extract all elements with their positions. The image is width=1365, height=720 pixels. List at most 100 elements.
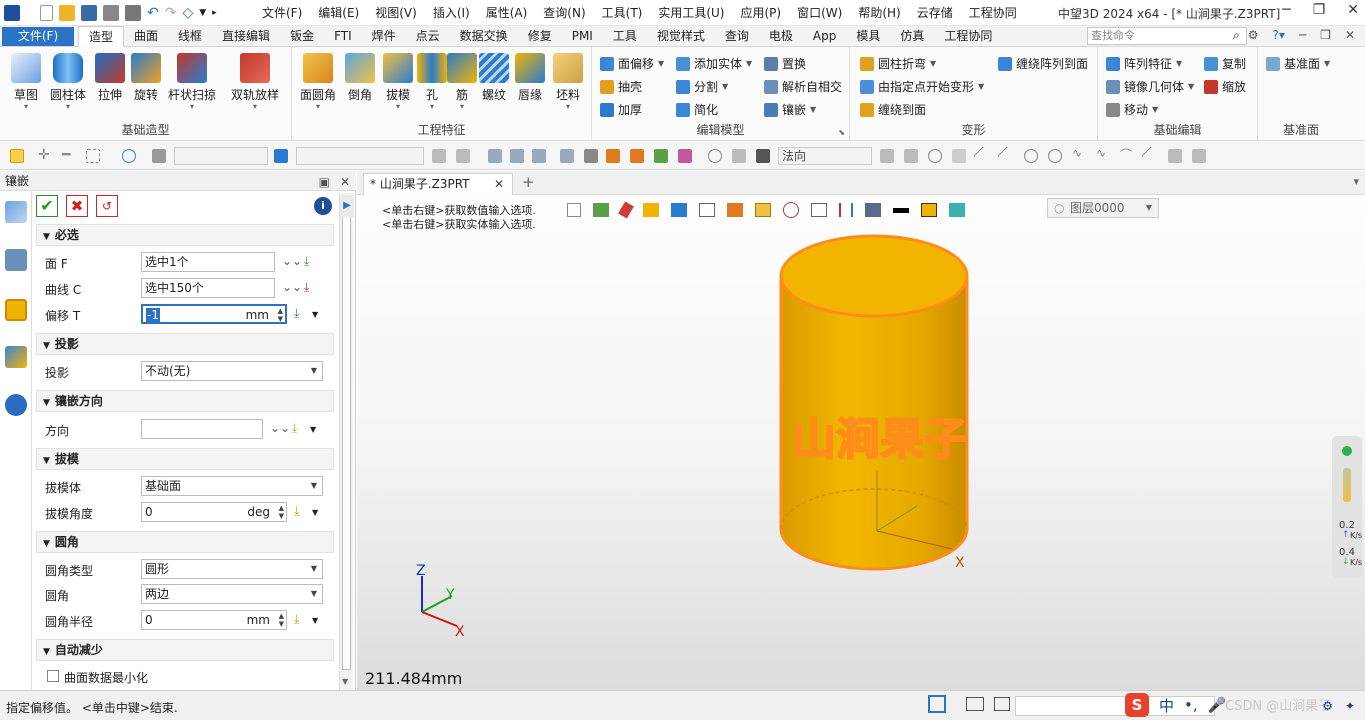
tab-modeling[interactable]: 造型 (78, 26, 125, 47)
ok-button[interactable]: ✔ (36, 195, 58, 217)
tool-h-icon[interactable] (630, 149, 644, 163)
close-icon[interactable]: ✕ (1347, 2, 1359, 18)
split-button[interactable]: 分割 ▼ (676, 78, 728, 95)
cylinder-bend-button[interactable]: 圆柱折弯 ▼ (860, 55, 936, 72)
menu-window[interactable]: 窗口(W) (797, 4, 842, 21)
redo-icon[interactable]: ↷ (165, 5, 177, 21)
scroll-down-icon[interactable]: ▼ (342, 677, 348, 686)
dual-rail-loft-button[interactable]: 双轨放样 ▾ (228, 53, 282, 111)
menu-file[interactable]: 文件(F) (262, 4, 302, 21)
resolve-self-intersect-button[interactable]: 解析自相交 (764, 78, 842, 95)
stock-button[interactable]: 坯料 ▾ (548, 53, 588, 111)
scale-button[interactable]: 缩放 (1204, 78, 1246, 95)
tab-visual-style[interactable]: 视觉样式 (647, 26, 715, 47)
emboss-button[interactable]: 镶嵌 ▼ (764, 101, 816, 118)
status-view-icon[interactable] (928, 695, 946, 713)
menu-help[interactable]: 帮助(H) (858, 4, 900, 21)
tool-m-icon[interactable] (904, 149, 918, 163)
apply-button[interactable]: ↺ (96, 195, 118, 217)
fillet-type-select[interactable]: 圆形 ▼ (141, 559, 323, 579)
menu-cloud-storage[interactable]: 云存储 (917, 4, 953, 21)
app-logo-icon[interactable] (4, 5, 20, 21)
tool-o-icon[interactable] (1192, 149, 1206, 163)
tool-k-icon[interactable] (732, 149, 746, 163)
lip-button[interactable]: 唇缘 (510, 53, 550, 103)
remove-icon[interactable]: ━ (62, 147, 76, 163)
tab-data-exchange[interactable]: 数据交换 (450, 26, 518, 47)
wrap-to-face-button[interactable]: 缠绕到面 (860, 101, 926, 118)
fillet-radius-input[interactable]: 0 mm ▲ ▼ (141, 610, 287, 630)
tab-weldment[interactable]: 焊件 (362, 26, 406, 47)
rod-sweep-button[interactable]: 杆状扫掠 ▾ (168, 53, 216, 111)
customize-dropdown-icon[interactable]: ▼ (199, 8, 206, 18)
draft-angle-dropdown-icon[interactable]: ▼ (312, 508, 318, 517)
line2-icon[interactable] (997, 146, 1017, 166)
tab-direct-edit[interactable]: 直接编辑 (212, 26, 280, 47)
expand-icon[interactable]: ⌄⌄ (282, 280, 302, 294)
ribbon-restore-icon[interactable]: ❐ (1320, 28, 1331, 42)
draft-angle-input[interactable]: 0 deg ▲ ▼ (141, 502, 287, 522)
tool-b-icon[interactable] (456, 149, 470, 163)
curve-field[interactable]: 选中150个 (141, 278, 275, 298)
line3-icon[interactable] (1141, 146, 1161, 166)
more-icon[interactable]: ▸ (212, 8, 217, 18)
face-fillet-button[interactable]: 面圆角 ▾ (298, 53, 338, 111)
command-search-input[interactable]: 查找命令 (1087, 27, 1247, 45)
print-icon[interactable] (103, 5, 119, 21)
face-offset-button[interactable]: 面偏移 ▼ (600, 55, 664, 72)
box-select-icon[interactable] (86, 149, 100, 163)
tab-mold[interactable]: 模具 (846, 26, 890, 47)
minimize-icon[interactable]: ─ (1282, 2, 1290, 18)
thread-button[interactable]: 螺纹 (474, 53, 514, 103)
graphics-viewport[interactable]: * 山涧果子.Z3PRT ✕ + ▾ <单击右键>获取数值输入选项. <单击右键… (357, 171, 1365, 690)
tool-j-icon[interactable] (678, 149, 692, 163)
section-required[interactable]: ▼ 必选 (36, 224, 334, 246)
pick-icon[interactable] (10, 149, 24, 163)
tool-l-icon[interactable] (880, 149, 894, 163)
ime-punct-icon[interactable]: •, (1184, 696, 1198, 714)
expand-icon[interactable]: ⌄⌄ (282, 254, 302, 268)
replace-button[interactable]: 置换 (764, 55, 806, 72)
cylinder-part[interactable]: 山涧果子 (779, 234, 969, 571)
move-button[interactable]: 移动 ▼ (1106, 101, 1158, 118)
fillet-radius-spinner[interactable]: ▲ ▼ (279, 612, 284, 628)
cylinder-button[interactable]: 圆柱体 ▾ (48, 53, 88, 111)
normal-combo[interactable]: 法向 (778, 147, 872, 165)
ime-tools-icon[interactable]: ✦ (1345, 699, 1355, 713)
curve-icon[interactable]: ∿ (1072, 146, 1086, 160)
datum-plane-button[interactable]: 基准面 ▼ (1266, 55, 1330, 72)
arc-icon[interactable]: ⌒ (1120, 146, 1134, 162)
save-icon[interactable] (81, 5, 97, 21)
panel-scrollbar[interactable]: ▲ ▼ (339, 193, 353, 690)
fillet-radius-dropdown-icon[interactable]: ▼ (312, 616, 318, 625)
section-auto-reduce[interactable]: ▼ 自动减少 (36, 639, 334, 661)
undo-icon[interactable]: ↶ (147, 5, 159, 21)
add-solid-button[interactable]: 添加实体 ▼ (676, 55, 752, 72)
user-tab-icon[interactable] (5, 394, 27, 416)
snap-icon[interactable] (708, 149, 722, 163)
tool-e-icon[interactable] (532, 149, 546, 163)
ribbon-minimize-icon[interactable]: ─ (1299, 28, 1306, 42)
tool-i-icon[interactable] (654, 149, 668, 163)
menu-tools[interactable]: 工具(T) (602, 4, 643, 21)
point-icon[interactable] (952, 149, 966, 163)
add-icon[interactable]: ✛ (38, 147, 52, 163)
ime-language[interactable]: 中 (1159, 695, 1174, 716)
shell-button[interactable]: 抽壳 (600, 78, 642, 95)
part-tab-icon[interactable] (5, 299, 27, 321)
refresh-icon[interactable]: ◇ (182, 5, 193, 21)
expand-icon[interactable]: ⌄⌄ (270, 421, 290, 435)
panel-close-icon[interactable]: ✕ (340, 172, 350, 192)
minimize-checkbox[interactable] (47, 670, 59, 682)
tab-collaboration[interactable]: 工程协同 (934, 26, 1002, 47)
tab-point-cloud[interactable]: 点云 (406, 26, 450, 47)
revolve-button[interactable]: 旋转 (126, 53, 166, 103)
tool-c-icon[interactable] (488, 149, 502, 163)
curve-pick-icon[interactable]: ⤓ (304, 280, 309, 295)
tool-d-icon[interactable] (510, 149, 524, 163)
ribbon-close-icon[interactable]: ✕ (1345, 28, 1355, 42)
projection-select[interactable]: 不动(无) ▼ (141, 361, 323, 381)
menu-apps[interactable]: 应用(P) (741, 4, 782, 21)
search-icon[interactable]: ⌕ (1233, 28, 1240, 43)
help-icon[interactable]: ?▾ (1273, 28, 1285, 42)
